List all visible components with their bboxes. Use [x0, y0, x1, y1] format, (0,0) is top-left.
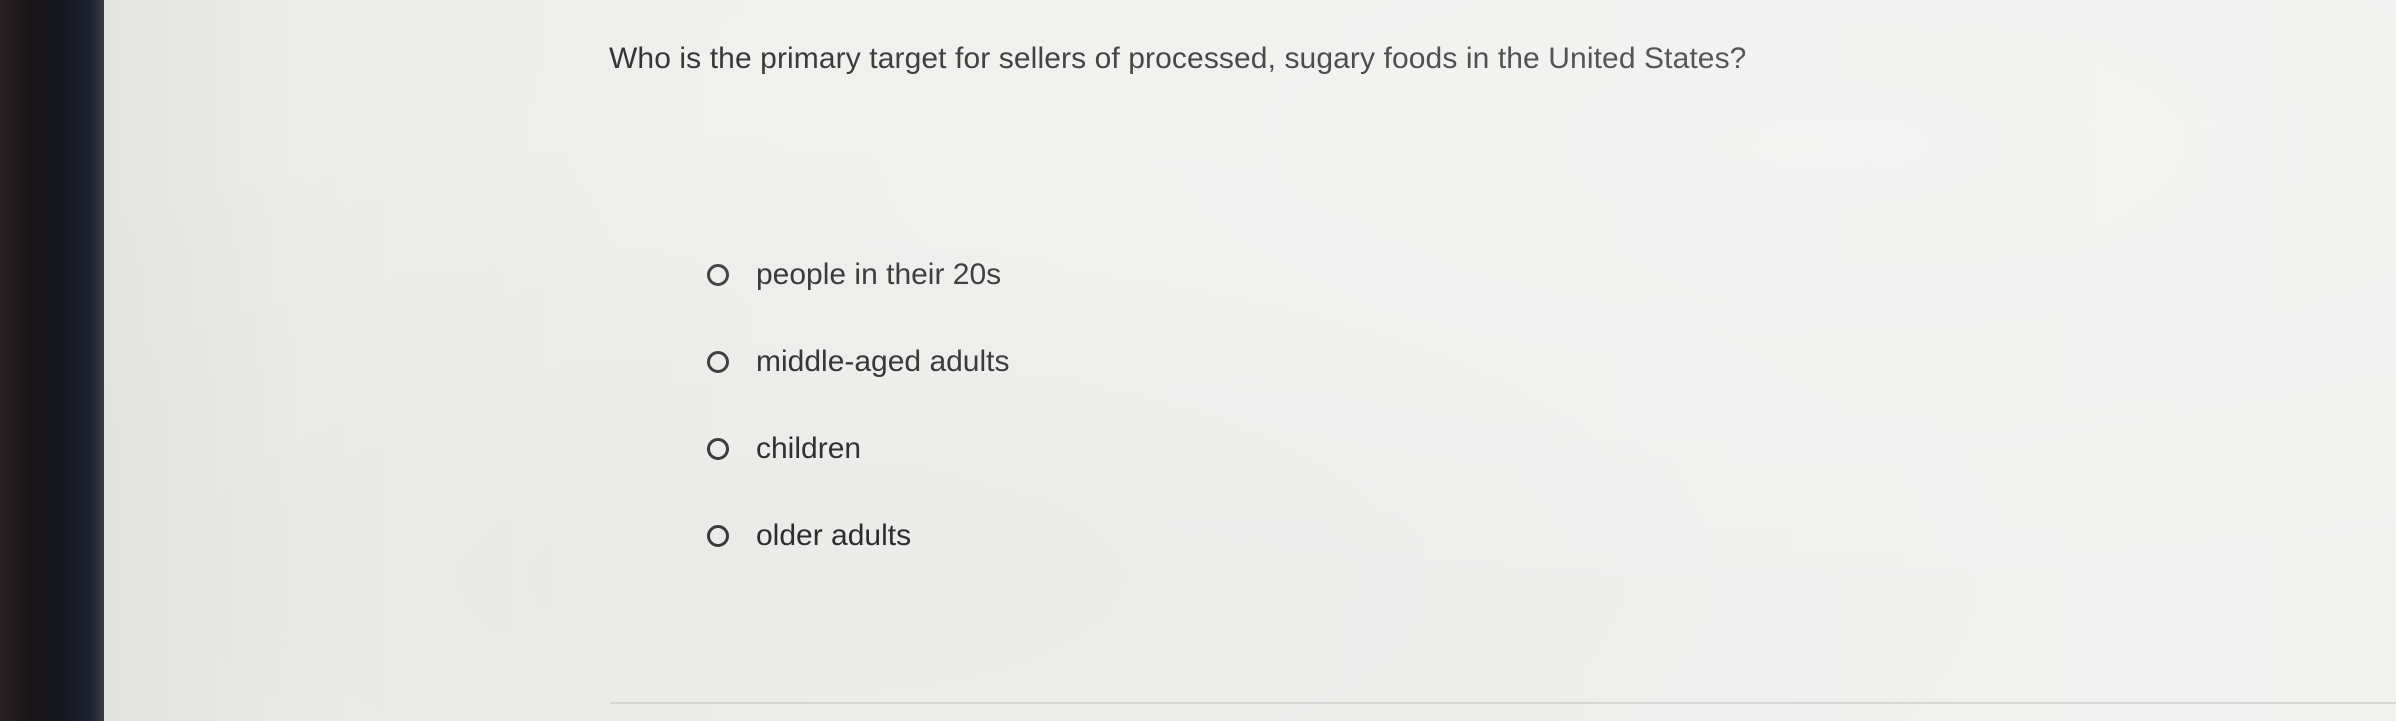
- radio-button-icon[interactable]: [707, 438, 729, 460]
- radio-button-icon[interactable]: [707, 264, 729, 286]
- answer-option-label: people in their 20s: [756, 258, 1002, 291]
- answer-option[interactable]: middle-aged adults: [707, 341, 1010, 383]
- question-panel: Who is the primary target for sellers of…: [434, 0, 2354, 721]
- answer-option-label: middle-aged adults: [756, 345, 1010, 378]
- screen: Who is the primary target for sellers of…: [104, 0, 2396, 721]
- answer-option-label: older adults: [756, 519, 912, 552]
- answer-options: people in their 20s middle-aged adults c…: [707, 254, 1010, 602]
- answer-option[interactable]: children: [707, 428, 1010, 470]
- radio-button-icon[interactable]: [707, 525, 729, 547]
- monitor-bezel: [0, 0, 104, 721]
- answer-option[interactable]: people in their 20s: [707, 254, 1010, 296]
- divider: [610, 702, 2396, 704]
- radio-button-icon[interactable]: [707, 351, 729, 373]
- question-text: Who is the primary target for sellers of…: [609, 42, 1747, 75]
- answer-option[interactable]: older adults: [707, 515, 1010, 557]
- answer-option-label: children: [756, 432, 862, 465]
